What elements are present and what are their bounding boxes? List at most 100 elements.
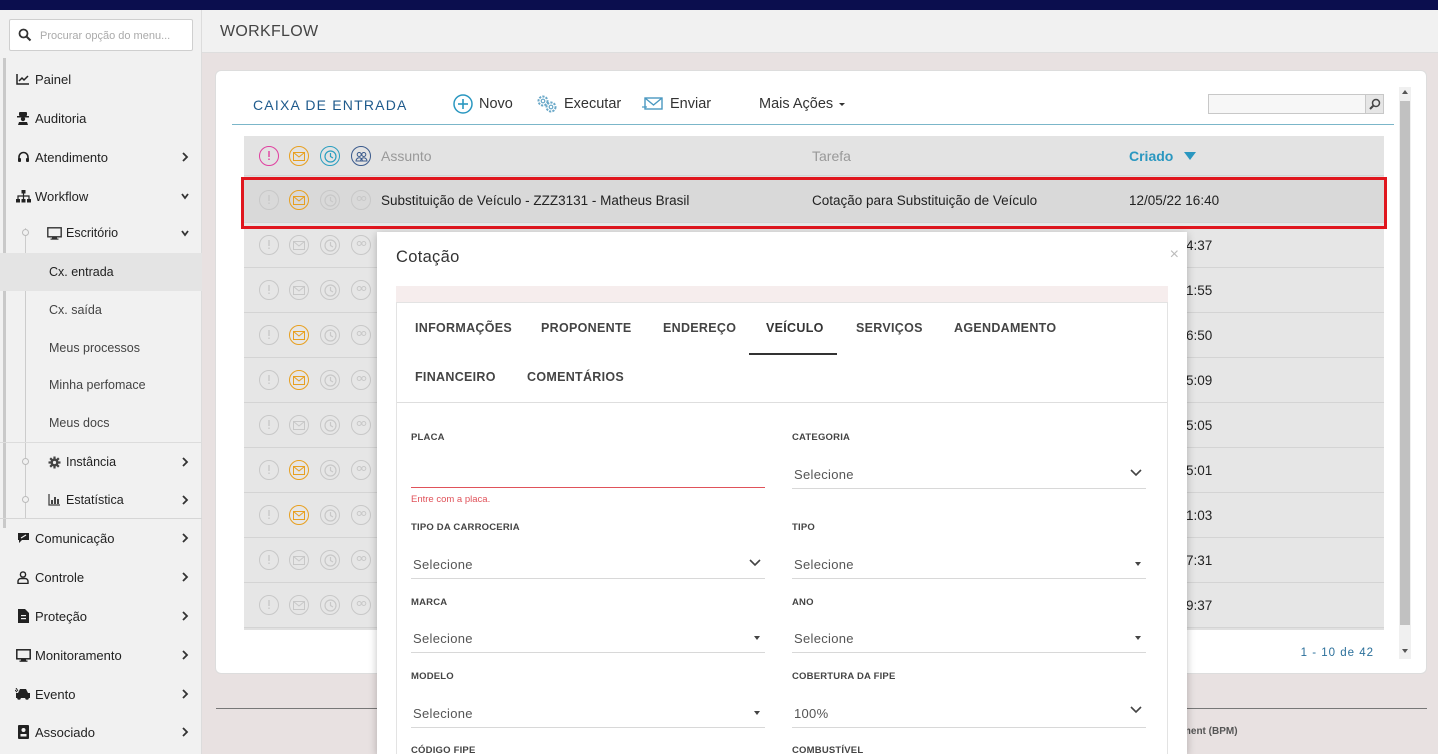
- cobertura-fipe-select[interactable]: 100%: [792, 698, 1146, 728]
- tab-veiculo[interactable]: VEÍCULO: [766, 321, 824, 335]
- scroll-thumb[interactable]: [1400, 101, 1410, 625]
- chevron-right-icon: [182, 689, 189, 699]
- tree-dot: [22, 496, 29, 503]
- mail-status-icon: [289, 280, 309, 300]
- priority-icon: [259, 190, 279, 210]
- mail-status-icon: [289, 325, 309, 345]
- execute-button[interactable]: Executar: [536, 93, 621, 115]
- sidebar-item-comunicacao[interactable]: Comunicação: [0, 519, 202, 557]
- scroll-down-icon[interactable]: [1401, 648, 1409, 654]
- sidebar-item-protecao[interactable]: Proteção: [0, 597, 202, 635]
- caret-down-icon: [839, 103, 846, 106]
- mail-status-icon: [289, 595, 309, 615]
- column-header-created[interactable]: Criado: [1129, 148, 1197, 164]
- caret-down-icon: [754, 636, 760, 640]
- clock-icon: [320, 280, 340, 300]
- group-icon: [351, 550, 371, 570]
- tab-proponente[interactable]: PROPONENTE: [541, 321, 632, 335]
- sidebar-label: Estatística: [66, 493, 124, 507]
- sidebar-item-evento[interactable]: Evento: [0, 675, 202, 713]
- headset-icon: [15, 149, 31, 165]
- column-header-subject[interactable]: Assunto: [381, 148, 432, 164]
- menu-search-input[interactable]: [40, 26, 188, 46]
- chevron-right-icon: [182, 152, 189, 162]
- new-label: Novo: [479, 96, 513, 112]
- tab-financeiro[interactable]: FINANCEIRO: [415, 370, 496, 384]
- tab-servicos[interactable]: SERVIÇOS: [856, 321, 923, 335]
- active-tab-underline: [749, 353, 837, 355]
- row-created: 5:01: [1186, 463, 1213, 478]
- tab-informacoes[interactable]: INFORMAÇÕES: [415, 321, 512, 335]
- scroll-up-icon[interactable]: [1401, 89, 1409, 95]
- sidebar-item-painel[interactable]: Painel: [0, 60, 202, 98]
- sitemap-icon: [15, 188, 31, 204]
- tipo-carroceria-select[interactable]: Selecione: [411, 549, 765, 579]
- row-created: 5:05: [1186, 418, 1213, 433]
- sidebar-label: Associado: [35, 724, 95, 740]
- mail-status-icon[interactable]: [289, 146, 309, 166]
- priority-icon: [259, 595, 279, 615]
- mail-status-icon: [289, 550, 309, 570]
- mail-status-icon: [289, 415, 309, 435]
- clock-icon[interactable]: [320, 146, 340, 166]
- scrollbar[interactable]: [1399, 87, 1411, 659]
- categoria-select[interactable]: Selecione: [792, 459, 1146, 489]
- sidebar-item-associado[interactable]: Associado: [0, 713, 202, 751]
- sidebar-item-estatistica[interactable]: Estatística: [0, 481, 202, 519]
- priority-icon[interactable]: [259, 146, 279, 166]
- ano-select[interactable]: Selecione: [792, 623, 1146, 653]
- tab-comentarios[interactable]: COMENTÁRIOS: [527, 370, 624, 384]
- row-created: 1:55: [1186, 283, 1213, 298]
- codigo-fipe-label: CÓDIGO FIPE: [411, 745, 476, 754]
- inbox-search-input[interactable]: [1208, 94, 1384, 114]
- chevron-right-icon: [182, 611, 189, 621]
- caret-down-icon: [754, 711, 760, 715]
- close-icon[interactable]: ×: [1170, 246, 1179, 264]
- clock-icon: [320, 415, 340, 435]
- new-button[interactable]: Novo: [453, 93, 513, 115]
- sidebar-sub-cx-saida[interactable]: Cx. saída: [0, 291, 202, 329]
- inbox-toolbar: CAIXA DE ENTRADA Novo Executar Enviar Ma…: [232, 83, 1394, 125]
- more-actions-label: Mais Ações: [759, 96, 834, 112]
- bar-chart-icon: [46, 492, 62, 508]
- send-button[interactable]: Enviar: [642, 93, 711, 115]
- pagination-info: 1 - 10 de 42: [1300, 647, 1374, 659]
- sidebar-item-atendimento[interactable]: Atendimento: [0, 138, 202, 176]
- marca-select[interactable]: Selecione: [411, 623, 765, 653]
- sidebar-item-workflow[interactable]: Workflow: [0, 177, 202, 215]
- send-label: Enviar: [670, 96, 712, 112]
- tab-endereco[interactable]: ENDEREÇO: [663, 321, 736, 335]
- tipo-carroceria-label: TIPO DA CARROCERIA: [411, 522, 520, 533]
- table-row[interactable]: Substituição de Veículo - ZZZ3131 - Math…: [244, 178, 1384, 223]
- search-button[interactable]: [1365, 95, 1383, 113]
- modelo-select[interactable]: Selecione: [411, 698, 765, 728]
- mail-status-icon: [289, 370, 309, 390]
- sidebar-sub-cx-entrada[interactable]: Cx. entrada: [0, 253, 202, 291]
- sidebar-item-controle[interactable]: Controle: [0, 558, 202, 596]
- sidebar: Painel Auditoria Atendimento Workflow Es…: [0, 10, 202, 754]
- sidebar-label: Auditoria: [35, 110, 87, 126]
- tipo-label: TIPO: [792, 522, 815, 533]
- sidebar-sub-label: Minha perfomace: [49, 378, 146, 392]
- tab-agendamento[interactable]: AGENDAMENTO: [954, 321, 1056, 335]
- column-header-task[interactable]: Tarefa: [812, 148, 851, 164]
- priority-icon: [259, 280, 279, 300]
- sidebar-sub-meus-processos[interactable]: Meus processos: [0, 329, 202, 367]
- sidebar-item-instancia[interactable]: Instância: [0, 443, 202, 481]
- sidebar-item-monitoramento[interactable]: Monitoramento: [0, 636, 202, 674]
- placa-input[interactable]: [411, 456, 765, 488]
- sidebar-item-escritorio[interactable]: Escritório: [0, 214, 202, 252]
- more-actions-dropdown[interactable]: Mais Ações: [759, 93, 847, 115]
- group-icon: [351, 235, 371, 255]
- sidebar-sub-minha-perfomace[interactable]: Minha perfomace: [0, 366, 202, 404]
- sidebar-label: Evento: [35, 686, 76, 702]
- group-icon[interactable]: [351, 146, 371, 166]
- execute-label: Executar: [564, 96, 622, 112]
- menu-search[interactable]: [9, 19, 193, 51]
- priority-icon: [259, 415, 279, 435]
- sidebar-sub-meus-docs[interactable]: Meus docs: [0, 404, 202, 442]
- sidebar-item-auditoria[interactable]: Auditoria: [0, 99, 202, 137]
- tipo-select[interactable]: Selecione: [792, 549, 1146, 579]
- sidebar-label: Escritório: [66, 226, 119, 240]
- priority-icon: [259, 460, 279, 480]
